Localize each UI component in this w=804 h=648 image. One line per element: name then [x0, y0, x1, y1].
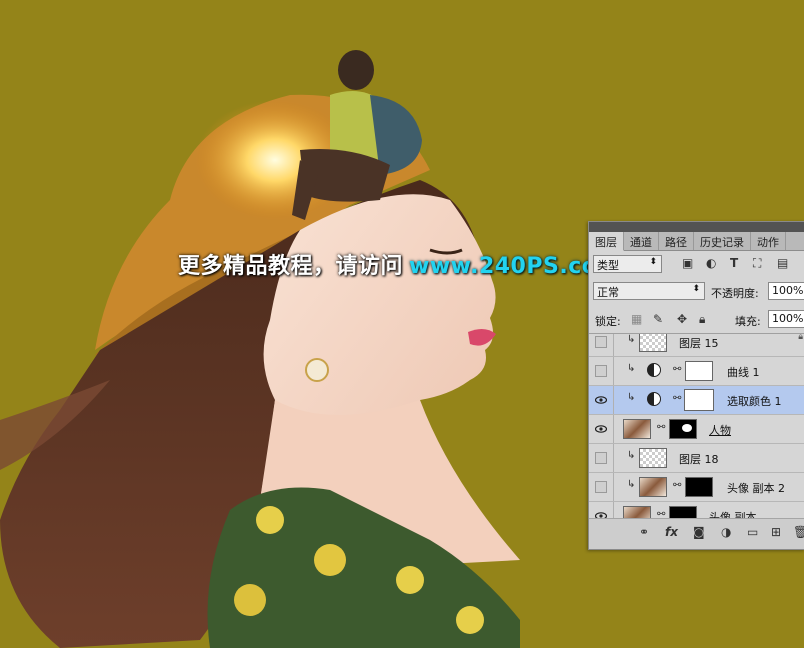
clip-arrow-icon: ↳ [627, 450, 636, 461]
clip-arrow-icon: ↳ [627, 392, 636, 403]
tab-channels[interactable]: 通道 [624, 232, 659, 250]
fill-label: 填充: [735, 315, 761, 328]
clip-arrow-icon: ↳ [627, 334, 636, 345]
clip-arrow-icon: ↳ [627, 479, 636, 490]
layer-name: 人物 [709, 424, 731, 437]
visibility-toggle[interactable] [595, 481, 607, 493]
tab-paths[interactable]: 路径 [659, 232, 694, 250]
layer-name: 图层 15 [679, 337, 719, 350]
trash-icon[interactable]: 🗑︎ [793, 525, 804, 539]
panel-tabs: 图层 通道 路径 历史记录 动作 [589, 232, 804, 251]
opacity-input[interactable]: 100% [768, 282, 804, 300]
chevron-updown-icon: ⬍ [692, 284, 700, 294]
filter-kind-value: 类型 [597, 259, 619, 272]
filter-kind-select[interactable]: 类型 ⬍ [593, 255, 662, 273]
visibility-toggle[interactable] [595, 336, 607, 348]
adjustment-icon[interactable]: ◑ [721, 525, 731, 539]
layer-thumbnail [639, 477, 667, 497]
watermark-text: 更多精品教程，请访问 [178, 254, 404, 279]
layer-thumbnail [639, 334, 667, 352]
watermark: 更多精品教程，请访问 www.240PS.com [178, 248, 621, 280]
tab-actions[interactable]: 动作 [751, 232, 786, 250]
type-filter-icon[interactable]: T [730, 256, 738, 270]
tab-history[interactable]: 历史记录 [694, 232, 751, 250]
folder-icon[interactable]: ▭ [747, 525, 758, 539]
curves-adjustment-icon [647, 363, 661, 377]
new-layer-icon[interactable]: ⊞ [771, 525, 781, 539]
tab-layers[interactable]: 图层 [589, 232, 624, 251]
layer-mask-thumbnail [685, 477, 713, 497]
layer-row[interactable]: ↳ ⚯ 曲线 1 [589, 357, 804, 386]
fx-icon[interactable]: fx [665, 525, 678, 539]
link-icon: ⚯ [673, 393, 682, 404]
layer-row[interactable]: ↳ 图层 15 🔒︎ [589, 333, 804, 357]
layer-mask-thumbnail [669, 506, 697, 518]
layers-panel: 图层 通道 路径 历史记录 动作 类型 ⬍ ▣ ◐ T ⛶ ▤ 正常 ⬍ 不透明度:… [588, 221, 804, 550]
layer-row[interactable]: ↳ 图层 18 [589, 444, 804, 473]
lock-all-icon[interactable]: 🔒︎ [699, 312, 705, 327]
lock-icon: 🔒︎ [798, 333, 803, 342]
layer-name: 头像 副本 [709, 511, 757, 518]
selective-color-adjustment-icon [647, 392, 661, 406]
layer-name: 图层 18 [679, 453, 719, 466]
smart-object-filter-icon[interactable]: ▤ [777, 256, 788, 270]
clip-arrow-icon: ↳ [627, 363, 636, 374]
eye-icon[interactable] [595, 510, 607, 518]
layer-row[interactable]: ⚯ 头像 副本 [589, 502, 804, 518]
layer-name: 曲线 1 [727, 366, 760, 379]
blend-mode-select[interactable]: 正常 ⬍ [593, 282, 705, 300]
layer-row-selected[interactable]: ↳ ⚯ 选取颜色 1 [589, 386, 804, 415]
layer-mask-thumbnail [685, 361, 713, 381]
adjustment-filter-icon[interactable]: ◐ [706, 256, 716, 270]
fill-input[interactable]: 100% [768, 310, 804, 328]
chevron-updown-icon: ⬍ [649, 257, 657, 267]
layer-thumbnail [623, 419, 651, 439]
eye-icon[interactable] [595, 394, 607, 406]
link-icon: ⚯ [657, 422, 666, 433]
layer-thumbnail [623, 506, 651, 518]
link-icon: ⚯ [673, 480, 682, 491]
layer-name: 选取颜色 1 [727, 395, 782, 408]
shape-filter-icon[interactable]: ⛶ [753, 256, 761, 271]
eye-icon[interactable] [595, 423, 607, 435]
panel-bottom-bar: ⚭ fx ◙ ◑ ▭ ⊞ 🗑︎ [589, 518, 804, 549]
link-icon[interactable]: ⚭ [639, 525, 649, 539]
earring [305, 358, 329, 382]
pixel-filter-icon[interactable]: ▣ [682, 256, 693, 270]
layer-row[interactable]: ⚯ 人物 [589, 415, 804, 444]
lock-pixels-icon[interactable]: ✎ [653, 312, 663, 326]
blend-mode-value: 正常 [597, 286, 619, 299]
link-icon: ⚯ [657, 509, 666, 518]
visibility-toggle[interactable] [595, 452, 607, 464]
opacity-label: 不透明度: [711, 287, 759, 300]
layer-mask-thumbnail [684, 389, 714, 411]
layer-thumbnail [639, 448, 667, 468]
layer-name: 头像 副本 2 [727, 482, 785, 495]
layers-list: ↳ 图层 15 🔒︎ ↳ ⚯ 曲线 1 ↳ ⚯ 选取颜色 1 ⚯ 人物 ↳ 图层… [589, 333, 804, 518]
link-icon: ⚯ [673, 364, 682, 375]
layer-mask-thumbnail [669, 419, 697, 439]
lock-position-icon[interactable]: ✥ [677, 312, 687, 326]
layer-row[interactable]: ↳ ⚯ 头像 副本 2 [589, 473, 804, 502]
lips [468, 328, 496, 346]
lock-label: 锁定: [595, 315, 621, 328]
mask-icon[interactable]: ◙ [693, 525, 705, 539]
lock-transparent-icon[interactable]: ▦ [631, 312, 642, 326]
panel-titlebar[interactable] [589, 222, 804, 232]
visibility-toggle[interactable] [595, 365, 607, 377]
